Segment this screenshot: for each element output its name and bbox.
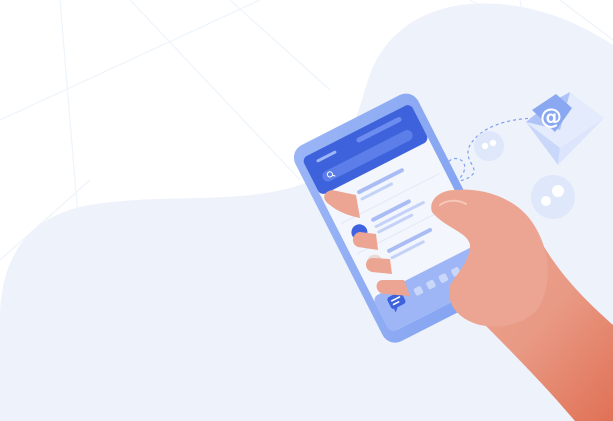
mobile-messaging-illustration: @ [0, 0, 613, 421]
chat-bubble-icon [474, 131, 504, 161]
svg-text:@: @ [540, 105, 562, 130]
at-sign-icon: @ [540, 105, 562, 130]
illustration-canvas: @ [0, 0, 613, 421]
quote-bubble-icon [531, 175, 575, 219]
